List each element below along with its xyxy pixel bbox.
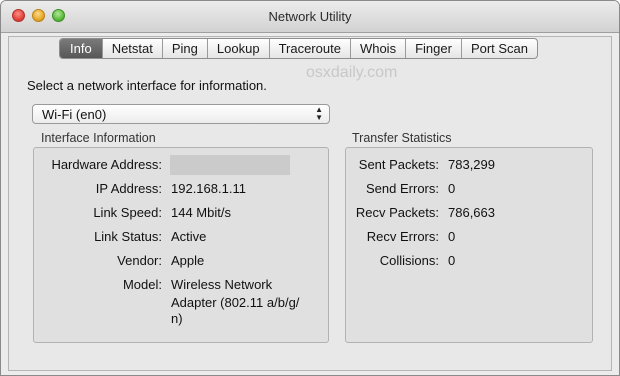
interface-info-title: Interface Information [41,131,156,145]
collisions-label: Collisions: [379,253,439,268]
tab-ping[interactable]: Ping [161,39,207,58]
link-speed-label: Link Speed: [93,205,162,220]
interface-select[interactable]: Wi-Fi (en0) ▲ ▼ [32,104,330,124]
sent-packets-label: Sent Packets: [358,157,439,172]
ip-address-label: IP Address: [95,181,162,196]
interface-select-value: Wi-Fi (en0) [42,107,107,122]
model-value-line-2: Adapter (802.11 a/b/g/ [171,295,300,310]
link-status-label: Link Status: [94,229,162,244]
model-label: Model: [122,277,162,292]
recv-errors-value: 0 [448,229,456,244]
hardware-address-label: Hardware Address: [51,157,162,172]
transfer-stats-title: Transfer Statistics [352,131,452,145]
model-value-line-3: n) [171,311,183,326]
recv-packets-label: Recv Packets: [355,205,439,220]
title-bar[interactable]: Network Utility [1,1,619,33]
send-errors-label: Send Errors: [366,181,439,196]
send-errors-value: 0 [448,181,456,196]
tab-port-scan[interactable]: Port Scan [460,39,537,58]
tab-traceroute[interactable]: Traceroute [268,39,350,58]
collisions-value: 0 [448,253,456,268]
sent-packets-value: 783,299 [448,157,495,172]
tab-whois[interactable]: Whois [349,39,405,58]
network-utility-window: Network Utility Info Netstat Ping Lookup… [0,0,620,376]
hardware-address-redacted [170,155,290,175]
tab-netstat[interactable]: Netstat [101,39,162,58]
tab-bar: Info Netstat Ping Lookup Traceroute Whoi… [59,38,539,59]
tab-finger[interactable]: Finger [405,39,461,58]
window-title: Network Utility [268,9,352,24]
ip-address-value: 192.168.1.11 [171,181,246,196]
model-value-line-1: Wireless Network [171,277,273,292]
recv-errors-label: Recv Errors: [366,229,439,244]
interface-prompt: Select a network interface for informati… [27,78,267,93]
tab-info[interactable]: Info [60,39,102,58]
watermark: osxdaily.com [306,64,398,81]
link-speed-value: 144 Mbit/s [171,205,231,220]
link-status-value: Active [171,229,207,244]
vendor-value: Apple [171,253,205,268]
transfer-stats-box [345,147,593,343]
up-down-arrows-icon: ▲ ▼ [315,105,323,122]
recv-packets-value: 786,663 [448,205,495,220]
vendor-label: Vendor: [117,253,162,268]
tab-lookup[interactable]: Lookup [206,39,269,58]
